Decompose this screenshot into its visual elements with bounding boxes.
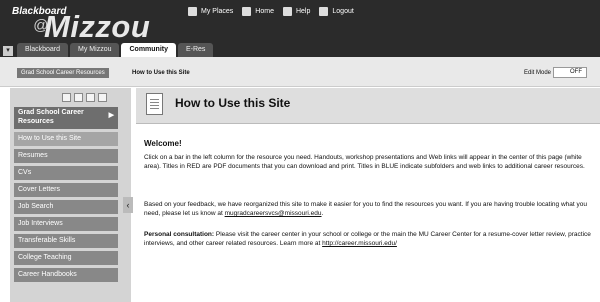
feedback-paragraph: Based on your feedback, we have reorgani… [144,201,587,217]
document-icon [146,93,163,115]
refresh-icon[interactable] [98,93,107,102]
page-title: How to Use this Site [175,96,291,110]
tab-blackboard[interactable]: Blackboard [17,43,69,57]
course-menu-list: How to Use this Site Resumes CVs Cover L… [14,132,118,285]
menu-item-resumes[interactable]: Resumes [14,149,118,163]
mizzou-logo: Mizzou [44,9,151,44]
breadcrumb-current: How to Use this Site [132,70,190,76]
menu-item-job-interviews[interactable]: Job Interviews [14,217,118,231]
chevron-left-icon[interactable]: ‹ [123,197,133,213]
top-links: My Places Home Help Logout [188,7,354,16]
course-menu-title: Grad School Career Resources [18,109,84,125]
menu-item-job-search[interactable]: Job Search [14,200,118,214]
help-label: Help [295,8,311,15]
consultation-label: Personal consultation: [144,231,215,238]
logout-link[interactable]: Logout [319,7,354,16]
consultation-paragraph: Personal consultation: Please visit the … [144,230,596,248]
home-label: Home [255,8,274,15]
tab-my-mizzou[interactable]: My Mizzou [70,43,120,57]
window-icon[interactable] [86,93,95,102]
welcome-heading: Welcome! [144,139,182,148]
intro-paragraph: Click on a bar in the left column for th… [144,154,585,170]
breadcrumb-course[interactable]: Grad School Career Resources [17,68,109,78]
chevron-right-icon: ▶ [108,112,114,119]
course-menu-header[interactable]: Grad School Career Resources ▶ [14,107,118,129]
help-link[interactable]: Help [282,7,311,16]
career-center-link[interactable]: http://career.missouri.edu/ [322,240,397,247]
edit-mode-toggle[interactable]: OFF [553,67,587,78]
person-icon [188,7,197,16]
tab-e-res[interactable]: E-Res [177,43,214,57]
contact-email-link[interactable]: mugradcareersvcs@missouri.edu [225,210,322,217]
feedback-text: Based on your feedback, we have reorgani… [144,201,587,217]
menu-item-how-to-use[interactable]: How to Use this Site [14,132,118,146]
logout-label: Logout [332,8,354,15]
tab-community[interactable]: Community [121,43,176,57]
list-view-icon[interactable] [62,93,71,102]
menu-item-college-teaching[interactable]: College Teaching [14,251,118,265]
logout-icon [319,7,329,16]
my-places-label: My Places [201,8,234,15]
menu-item-cover-letters[interactable]: Cover Letters [14,183,118,197]
menu-item-career-handbooks[interactable]: Career Handbooks [14,268,118,282]
home-icon [242,7,252,16]
home-link[interactable]: Home [242,7,274,16]
collapse-menu-icon[interactable]: ▾ [3,46,13,56]
help-icon [282,7,292,16]
tab-bar: Blackboard My Mizzou Community E-Res [17,43,214,57]
tree-view-icon[interactable] [74,93,83,102]
my-places-link[interactable]: My Places [188,7,233,16]
edit-mode-label: Edit Mode [524,70,552,76]
menu-item-cvs[interactable]: CVs [14,166,118,180]
menu-item-transferable-skills[interactable]: Transferable Skills [14,234,118,248]
menu-tools [62,93,107,102]
